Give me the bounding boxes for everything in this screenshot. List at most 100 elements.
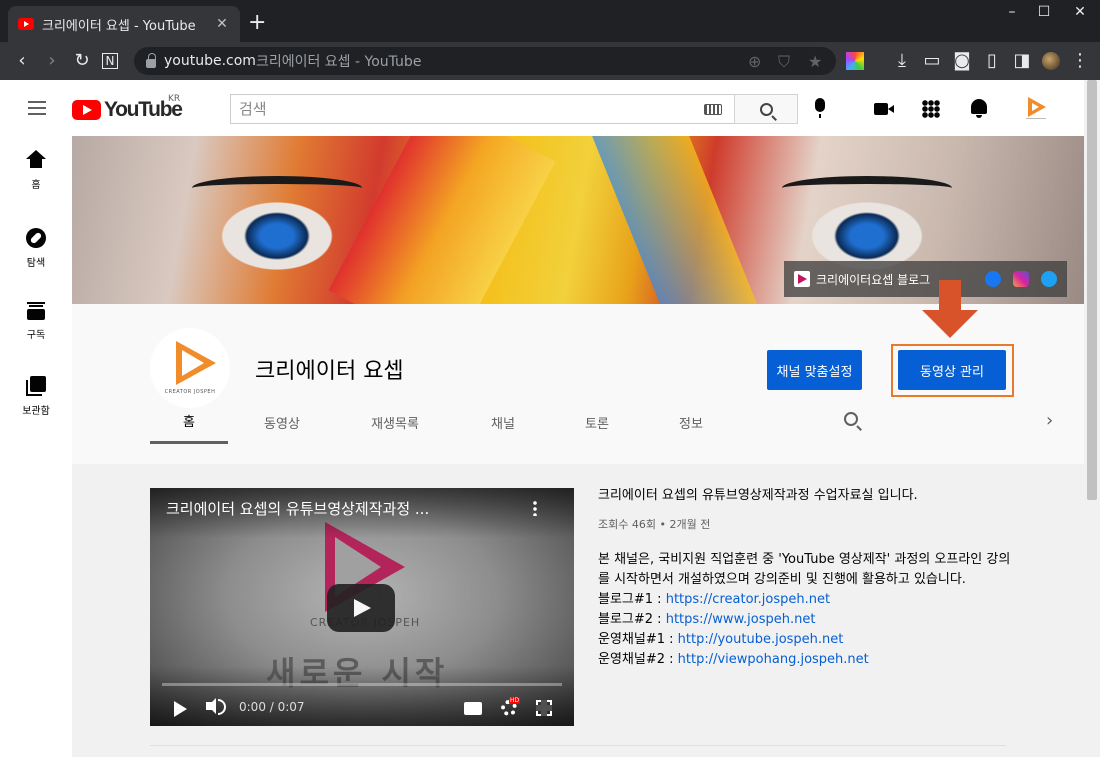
channel2-link[interactable]: http://viewpohang.jospeh.net: [678, 652, 869, 667]
tab-close-icon[interactable]: ✕: [214, 16, 230, 32]
more-options-icon[interactable]: [533, 500, 537, 516]
volume-icon[interactable]: [206, 698, 226, 715]
avatar-caption: CREATOR JOSPEH: [164, 389, 216, 395]
banner-eyelash: [782, 176, 952, 200]
chevron-right-icon[interactable]: ›: [1046, 410, 1053, 431]
browser-tab[interactable]: 크리에이터 요셉 - YouTube ✕: [8, 6, 240, 42]
keyboard-icon[interactable]: [704, 104, 722, 115]
screenshot-icon[interactable]: ◙: [950, 50, 974, 72]
twitter-icon[interactable]: [1041, 271, 1057, 287]
banner-eyelash: [192, 176, 362, 200]
channel1-link[interactable]: http://youtube.jospeh.net: [678, 632, 844, 647]
notifications-bell-icon[interactable]: [971, 99, 987, 118]
guide-menu-icon[interactable]: [28, 101, 46, 115]
forward-icon[interactable]: ›: [40, 50, 64, 72]
extension-icon[interactable]: [846, 52, 864, 70]
link-label: 운영채널#1 :: [598, 632, 678, 647]
sidebar-item-home[interactable]: 홈: [0, 136, 72, 210]
menu-icon[interactable]: ⋮: [1068, 50, 1092, 72]
download-icon[interactable]: ⤓: [890, 50, 914, 72]
blog2-link[interactable]: https://www.jospeh.net: [666, 612, 816, 627]
reload-icon[interactable]: ↻: [70, 50, 94, 72]
tab-home[interactable]: 홈: [150, 400, 228, 444]
camera-icon[interactable]: ▭: [920, 50, 944, 72]
back-icon[interactable]: ‹: [10, 50, 34, 72]
channel-tabs: 홈 동영상 재생목록 채널 토론 정보 ›: [150, 400, 1053, 444]
search-icon: [759, 102, 773, 116]
apps-grid-icon[interactable]: [922, 100, 940, 118]
youtube-logo[interactable]: YouTube KR: [72, 94, 183, 122]
sidebar-item-label: 홈: [31, 180, 41, 191]
maximize-icon[interactable]: ☐: [1029, 4, 1059, 20]
blog-link[interactable]: 크리에이터요셉 블로그: [816, 271, 930, 288]
youtube-page: YouTube KR 홈 탐색 구독: [0, 80, 1100, 757]
sidebar-item-label: 탐색: [26, 258, 46, 269]
url-title: 크리에이터 요셉 - YouTube: [255, 54, 422, 70]
big-play-button[interactable]: [327, 584, 395, 632]
bookmark-star-icon[interactable]: ★: [808, 52, 822, 71]
video-title[interactable]: 크리에이터 요셉의 유튜브영상제작과정 ...: [166, 498, 516, 519]
sidebar-item-subscriptions[interactable]: 구독: [0, 284, 72, 358]
banner-paint-stroke: [328, 136, 556, 304]
page-scrollbar[interactable]: [1084, 80, 1100, 757]
tab-discussion[interactable]: 토론: [554, 400, 640, 444]
tab-about[interactable]: 정보: [648, 400, 734, 444]
profile-avatar[interactable]: [1042, 52, 1060, 70]
close-icon[interactable]: ✕: [1065, 4, 1095, 20]
description-title[interactable]: 크리에이터 요셉의 유튜브영상제작과정 수업자료실 입니다.: [598, 484, 1018, 508]
down-arrow-annotation-icon: [922, 280, 978, 338]
play-icon[interactable]: [174, 701, 187, 717]
link-line: 운영채널#1 : http://youtube.jospeh.net: [598, 630, 1018, 650]
explore-icon: [26, 228, 46, 248]
player-bottom-gradient: [150, 666, 574, 726]
channel-avatar[interactable]: CREATOR JOSPEH: [150, 328, 230, 408]
subscriptions-icon: [27, 302, 45, 320]
tab-channels[interactable]: 채널: [460, 400, 546, 444]
new-tab-button[interactable]: +: [248, 12, 266, 34]
notion-icon[interactable]: N: [102, 53, 118, 69]
sidebar-item-library[interactable]: 보관함: [0, 358, 72, 432]
tab-videos[interactable]: 동영상: [238, 400, 326, 444]
account-avatar[interactable]: [1024, 95, 1048, 121]
tab-title: 크리에이터 요셉 - YouTube: [42, 18, 196, 34]
banner-paint-stroke: [590, 136, 764, 304]
customize-channel-button[interactable]: 채널 맞춤설정: [767, 350, 862, 390]
search-button[interactable]: [734, 94, 798, 124]
country-code: KR: [168, 94, 181, 104]
facebook-icon[interactable]: [985, 271, 1001, 287]
reader-icon[interactable]: ▯: [980, 50, 1004, 72]
hd-badge: HD: [509, 697, 521, 704]
add-icon[interactable]: ⊕: [748, 52, 761, 71]
address-bar[interactable]: youtube.com 크리에이터 요셉 - YouTube: [134, 47, 836, 75]
sidebar-item-label: 보관함: [22, 406, 50, 417]
link-line: 블로그#2 : https://www.jospeh.net: [598, 610, 1018, 630]
link-label: 운영채널#2 :: [598, 652, 678, 667]
shield-icon[interactable]: ⛉: [778, 52, 790, 72]
create-video-icon[interactable]: [874, 103, 894, 115]
sidebar-icon[interactable]: ◨: [1010, 50, 1034, 72]
subtitles-icon[interactable]: [464, 702, 482, 715]
sidebar-item-label: 구독: [26, 330, 46, 341]
search-input[interactable]: [239, 100, 699, 118]
section-divider: [150, 745, 1006, 746]
progress-bar[interactable]: [162, 683, 562, 686]
channel-name: 크리에이터 요셉: [255, 359, 404, 384]
channel-search-icon[interactable]: [844, 412, 858, 426]
tab-playlists[interactable]: 재생목록: [340, 400, 450, 444]
link-label: 블로그#1 :: [598, 592, 666, 607]
minimize-icon[interactable]: –: [997, 4, 1027, 20]
view-meta: 조회수 46회 • 2개월 전: [598, 518, 711, 531]
manage-videos-button[interactable]: 동영상 관리: [898, 350, 1006, 390]
microphone-icon[interactable]: [815, 98, 825, 118]
mini-guide: 홈 탐색 구독 보관함: [0, 136, 72, 757]
search-box: [230, 94, 734, 124]
sidebar-item-explore[interactable]: 탐색: [0, 210, 72, 284]
scrollbar-thumb[interactable]: [1087, 80, 1097, 500]
featured-video-player[interactable]: CREATOR JOSPEH 새로운 시작 크리에이터 요셉의 유튜브영상제작과…: [150, 488, 574, 726]
fullscreen-icon[interactable]: [536, 700, 552, 716]
blog1-link[interactable]: https://creator.jospeh.net: [666, 592, 830, 607]
link-label: 블로그#2 :: [598, 612, 666, 627]
home-icon: [26, 150, 46, 170]
instagram-icon[interactable]: [1013, 271, 1029, 287]
browser-tabstrip: 크리에이터 요셉 - YouTube ✕ + – ☐ ✕: [0, 0, 1100, 42]
